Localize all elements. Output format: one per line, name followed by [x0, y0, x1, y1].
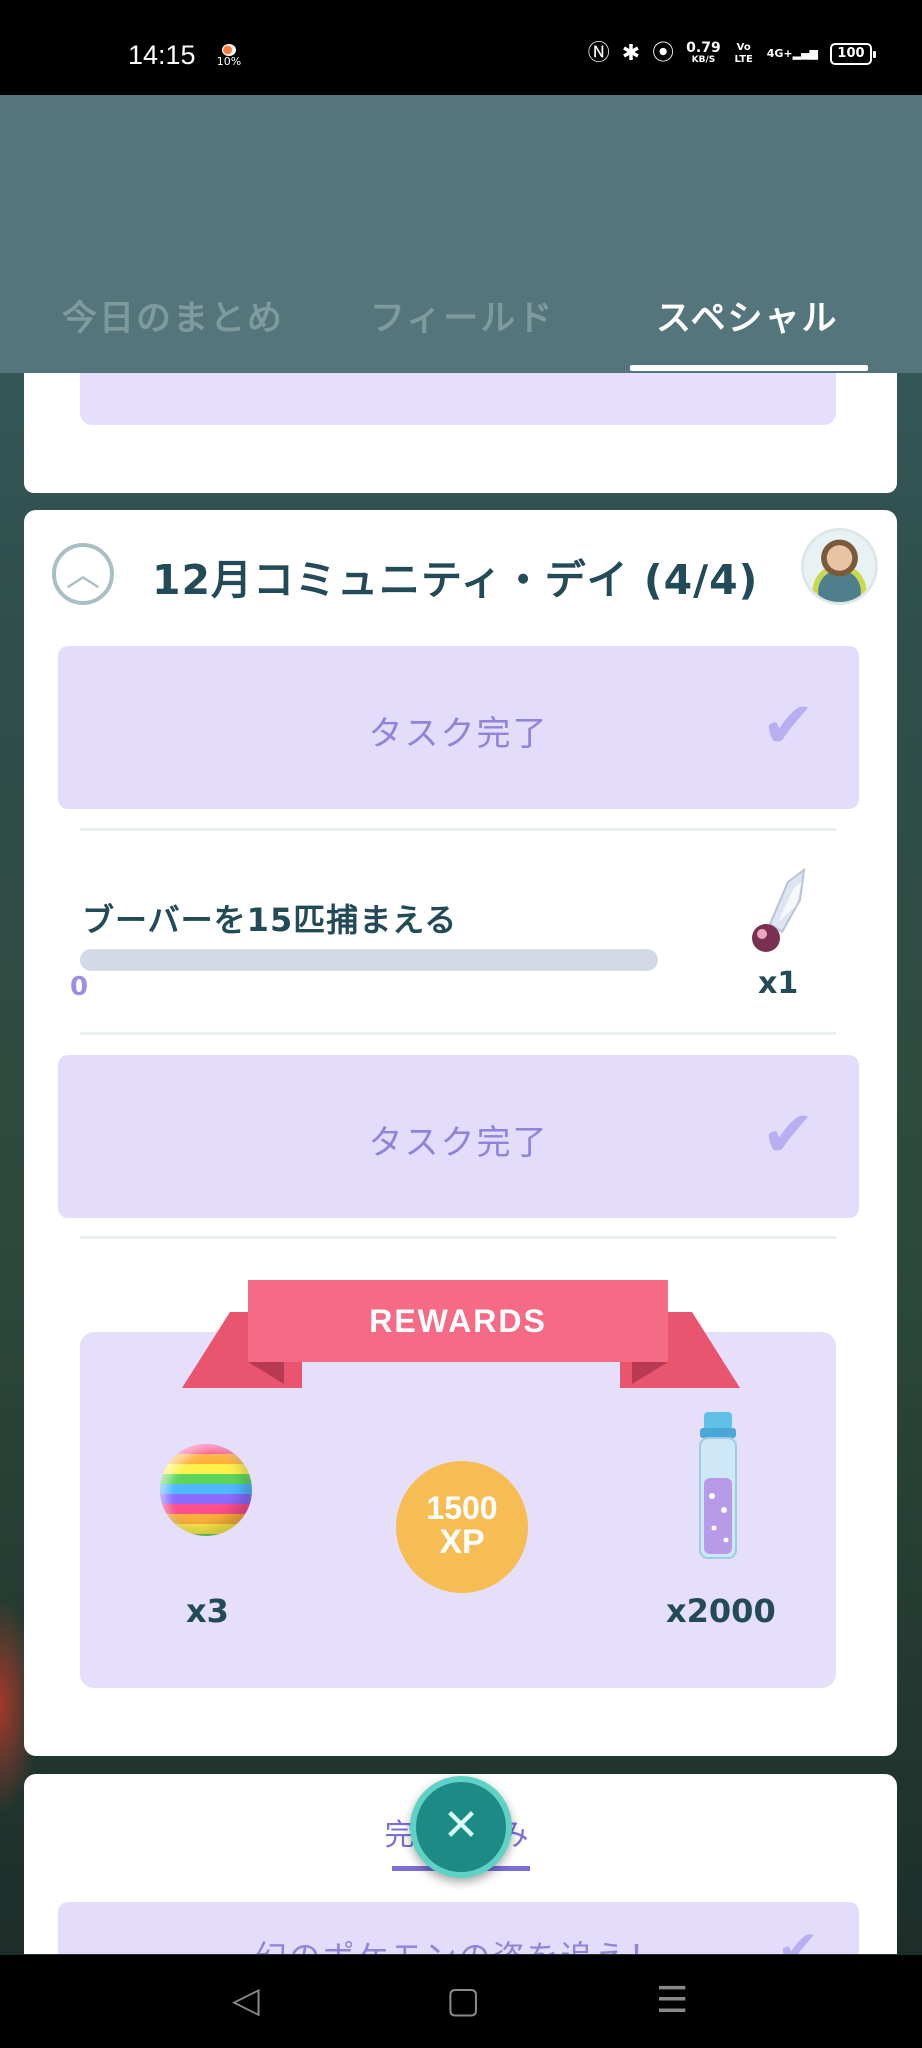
- close-icon: ✕: [442, 1800, 480, 1851]
- divider: [80, 828, 836, 831]
- research-card: ︿ 12月コミュニティ・デイ (4/4) タスク完了 ✔ ブーバーを15匹捕まえ…: [24, 510, 897, 1756]
- divider: [80, 1032, 836, 1035]
- rewards-banner: REWARDS: [248, 1280, 668, 1362]
- reward-count-stardust: x2000: [666, 1592, 776, 1630]
- back-icon[interactable]: ◁: [232, 1979, 260, 2023]
- professor-avatar: [801, 528, 878, 605]
- check-icon: ✔: [761, 1098, 815, 1172]
- divider: [80, 1236, 836, 1239]
- task-progress-value: 0: [70, 972, 89, 1002]
- battery-icon: 100: [830, 43, 876, 65]
- task-description: ブーバーを15匹捕まえる: [82, 901, 458, 939]
- magmarizer-icon: [752, 867, 806, 952]
- completed-task-row[interactable]: 幻のポケモンの姿を追え！ ✔: [58, 1902, 859, 1954]
- volte-icon: Vo LTE: [734, 42, 753, 65]
- check-icon: ✔: [777, 1920, 819, 1954]
- menu-icon[interactable]: ☰: [656, 1979, 688, 2023]
- nfc-icon: Ⓝ: [587, 41, 610, 66]
- tab-special[interactable]: スペシャル: [656, 290, 839, 341]
- task-done-label: タスク完了: [368, 714, 549, 754]
- signal-icon: 4G+▂▄▆: [766, 47, 818, 60]
- previous-research-card: [24, 373, 897, 493]
- completed-task-label: 幻のポケモンの姿を追え！: [58, 1932, 859, 1954]
- reward-count-candy: x3: [186, 1592, 229, 1630]
- weather-label: 10%: [216, 55, 242, 68]
- research-title: 12月コミュニティ・デイ (4/4): [152, 556, 759, 604]
- status-time: 14:15: [128, 40, 196, 70]
- xp-unit: XP: [439, 1523, 485, 1561]
- xp-amount: 1500: [426, 1490, 498, 1526]
- task-reward-count: x1: [758, 966, 799, 1001]
- task-done-row: タスク完了 ✔: [58, 1055, 859, 1218]
- xp-icon: 1500 XP: [396, 1461, 528, 1593]
- status-bar: 14:15 10% Ⓝ ✱ ⦿ 0.79 KB/S Vo LTE 4G+▂▄▆ …: [0, 0, 922, 95]
- home-icon[interactable]: ▢: [446, 1979, 480, 2023]
- task-progress-bar: [80, 949, 658, 971]
- task-done-row: タスク完了 ✔: [58, 646, 859, 809]
- previous-task-stub: [80, 373, 836, 425]
- tab-today-summary[interactable]: 今日のまとめ: [62, 290, 284, 341]
- weather-icon: 10%: [216, 44, 242, 67]
- active-tab-indicator: [630, 365, 868, 371]
- bluetooth-icon: ✱: [621, 41, 641, 66]
- collapse-button[interactable]: ︿: [52, 543, 114, 605]
- location-icon: ⦿: [652, 41, 675, 66]
- chevron-up-icon: ︿: [66, 555, 100, 595]
- check-icon: ✔: [761, 689, 815, 763]
- task-done-label: タスク完了: [368, 1123, 549, 1163]
- status-icons: Ⓝ ✱ ⦿ 0.79 KB/S Vo LTE 4G+▂▄▆ 100: [587, 40, 876, 68]
- stardust-tube-icon: [699, 1412, 737, 1559]
- system-nav-bar: ◁ ▢ ☰: [0, 1955, 922, 2048]
- close-button[interactable]: ✕: [410, 1776, 512, 1878]
- rainbow-candy-icon: [160, 1444, 252, 1536]
- network-speed: 0.79 KB/S: [686, 40, 721, 65]
- tab-field[interactable]: フィールド: [370, 290, 554, 341]
